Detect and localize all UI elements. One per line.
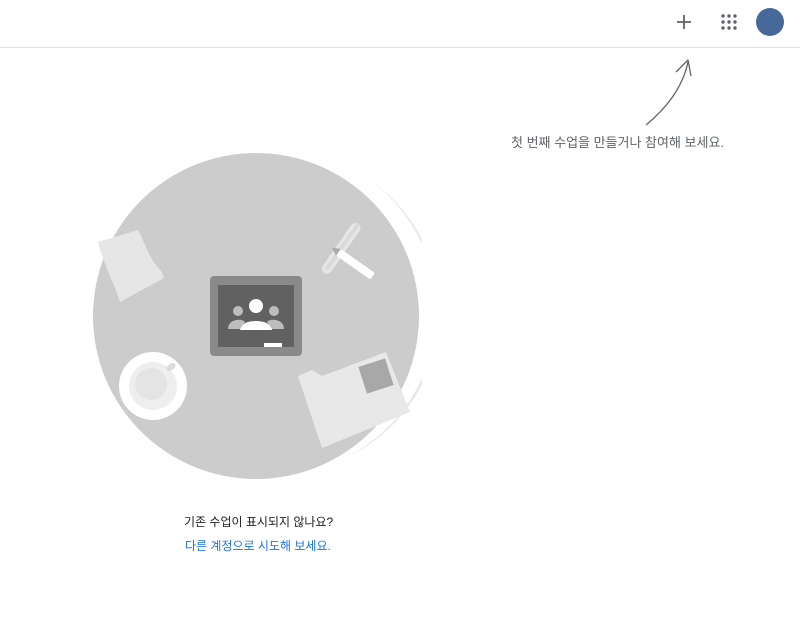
coffee-cup-icon <box>119 352 187 420</box>
create-or-join-class-button[interactable] <box>666 4 702 40</box>
google-apps-button[interactable] <box>711 4 747 40</box>
missing-classes-question: 기존 수업이 표시되지 않나요? <box>184 515 334 529</box>
account-avatar[interactable] <box>756 8 784 36</box>
try-another-account-link[interactable]: 다른 계정으로 시도해 보세요. <box>185 537 331 554</box>
hint-arrow-icon <box>645 59 692 126</box>
google-classroom-icon <box>210 276 302 356</box>
apps-grid-icon <box>721 14 737 30</box>
top-app-bar <box>0 0 800 48</box>
plus-icon <box>677 15 691 29</box>
classroom-illustration <box>93 153 422 479</box>
get-started-hint: 첫 번째 수업을 만들거나 참여해 보세요. <box>511 135 725 150</box>
